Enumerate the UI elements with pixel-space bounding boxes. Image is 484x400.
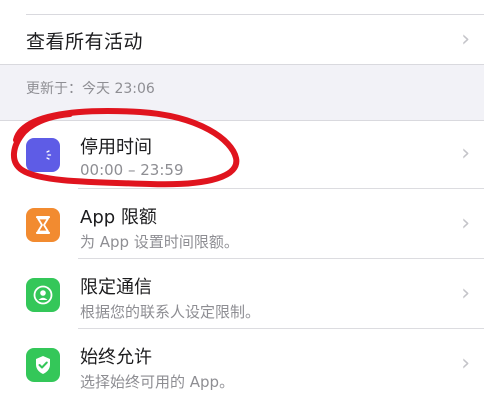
person-icon (26, 278, 60, 312)
chevron-right-icon: › (461, 281, 470, 306)
communication-limits-title: 限定通信 (80, 277, 152, 298)
app-limits-row[interactable]: App 限额 为 App 设置时间限额。 › (0, 191, 484, 259)
checkmark-shield-icon (26, 348, 60, 382)
chevron-right-icon: › (461, 141, 470, 166)
communication-limits-row[interactable]: 限定通信 根据您的联系人设定限制。 › (0, 261, 484, 329)
app-limits-title: App 限额 (80, 207, 157, 228)
downtime-row[interactable]: 停用时间 00:00 – 23:59 › (0, 121, 484, 189)
settings-list: 停用时间 00:00 – 23:59 › App 限额 为 App 设置时间限额… (0, 120, 484, 400)
app-limits-description: 为 App 设置时间限额。 (80, 233, 239, 251)
always-allowed-row[interactable]: 始终允许 选择始终可用的 App。 › (0, 331, 484, 399)
always-allowed-description: 选择始终可用的 App。 (80, 373, 235, 391)
hourglass-icon (26, 208, 60, 242)
view-all-activity-label: 查看所有活动 (26, 30, 144, 53)
top-card: 查看所有活动 › (0, 0, 484, 64)
divider (26, 14, 484, 15)
downtime-icon (26, 138, 60, 172)
divider (78, 188, 484, 189)
view-all-activity-row[interactable]: 查看所有活动 › (0, 16, 484, 64)
chevron-right-icon: › (461, 27, 470, 52)
divider (78, 328, 484, 329)
communication-limits-description: 根据您的联系人设定限制。 (80, 303, 261, 321)
chevron-right-icon: › (461, 351, 470, 376)
downtime-title: 停用时间 (80, 137, 152, 158)
updated-timestamp: 更新于：今天 23:06 (26, 81, 155, 97)
downtime-schedule: 00:00 – 23:59 (80, 161, 184, 179)
chevron-right-icon: › (461, 211, 470, 236)
always-allowed-title: 始终允许 (80, 347, 152, 368)
divider (78, 258, 484, 259)
